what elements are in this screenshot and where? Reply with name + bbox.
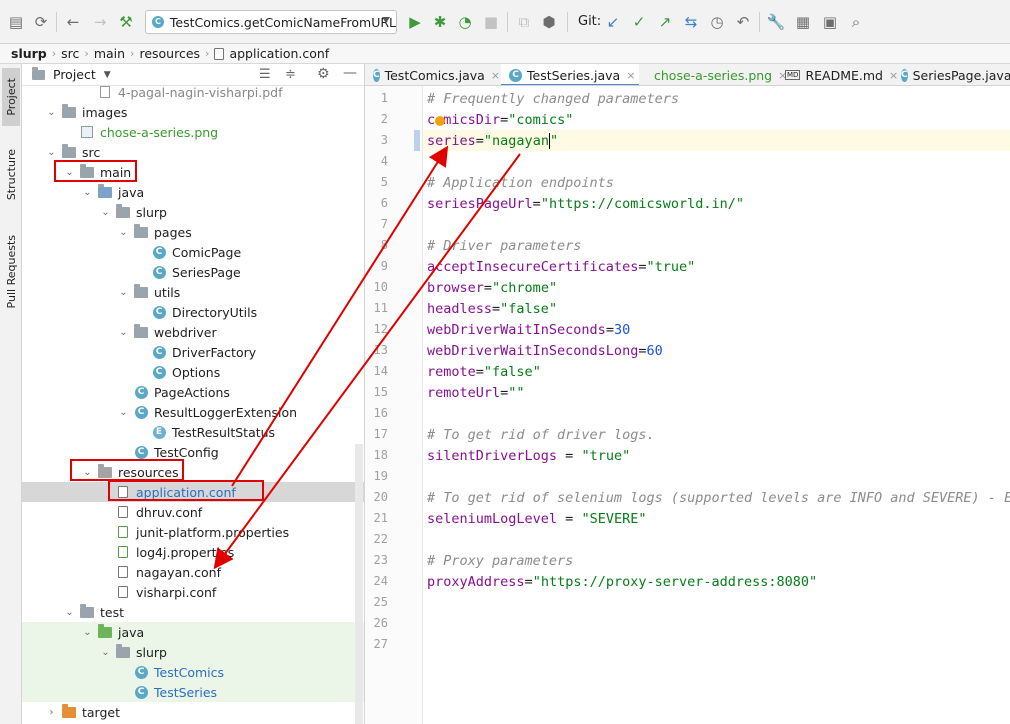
arrow-series-to-nagayan: [213, 153, 521, 570]
arrow-application-to-series: [231, 145, 449, 487]
annotation-arrows: [213, 145, 521, 570]
